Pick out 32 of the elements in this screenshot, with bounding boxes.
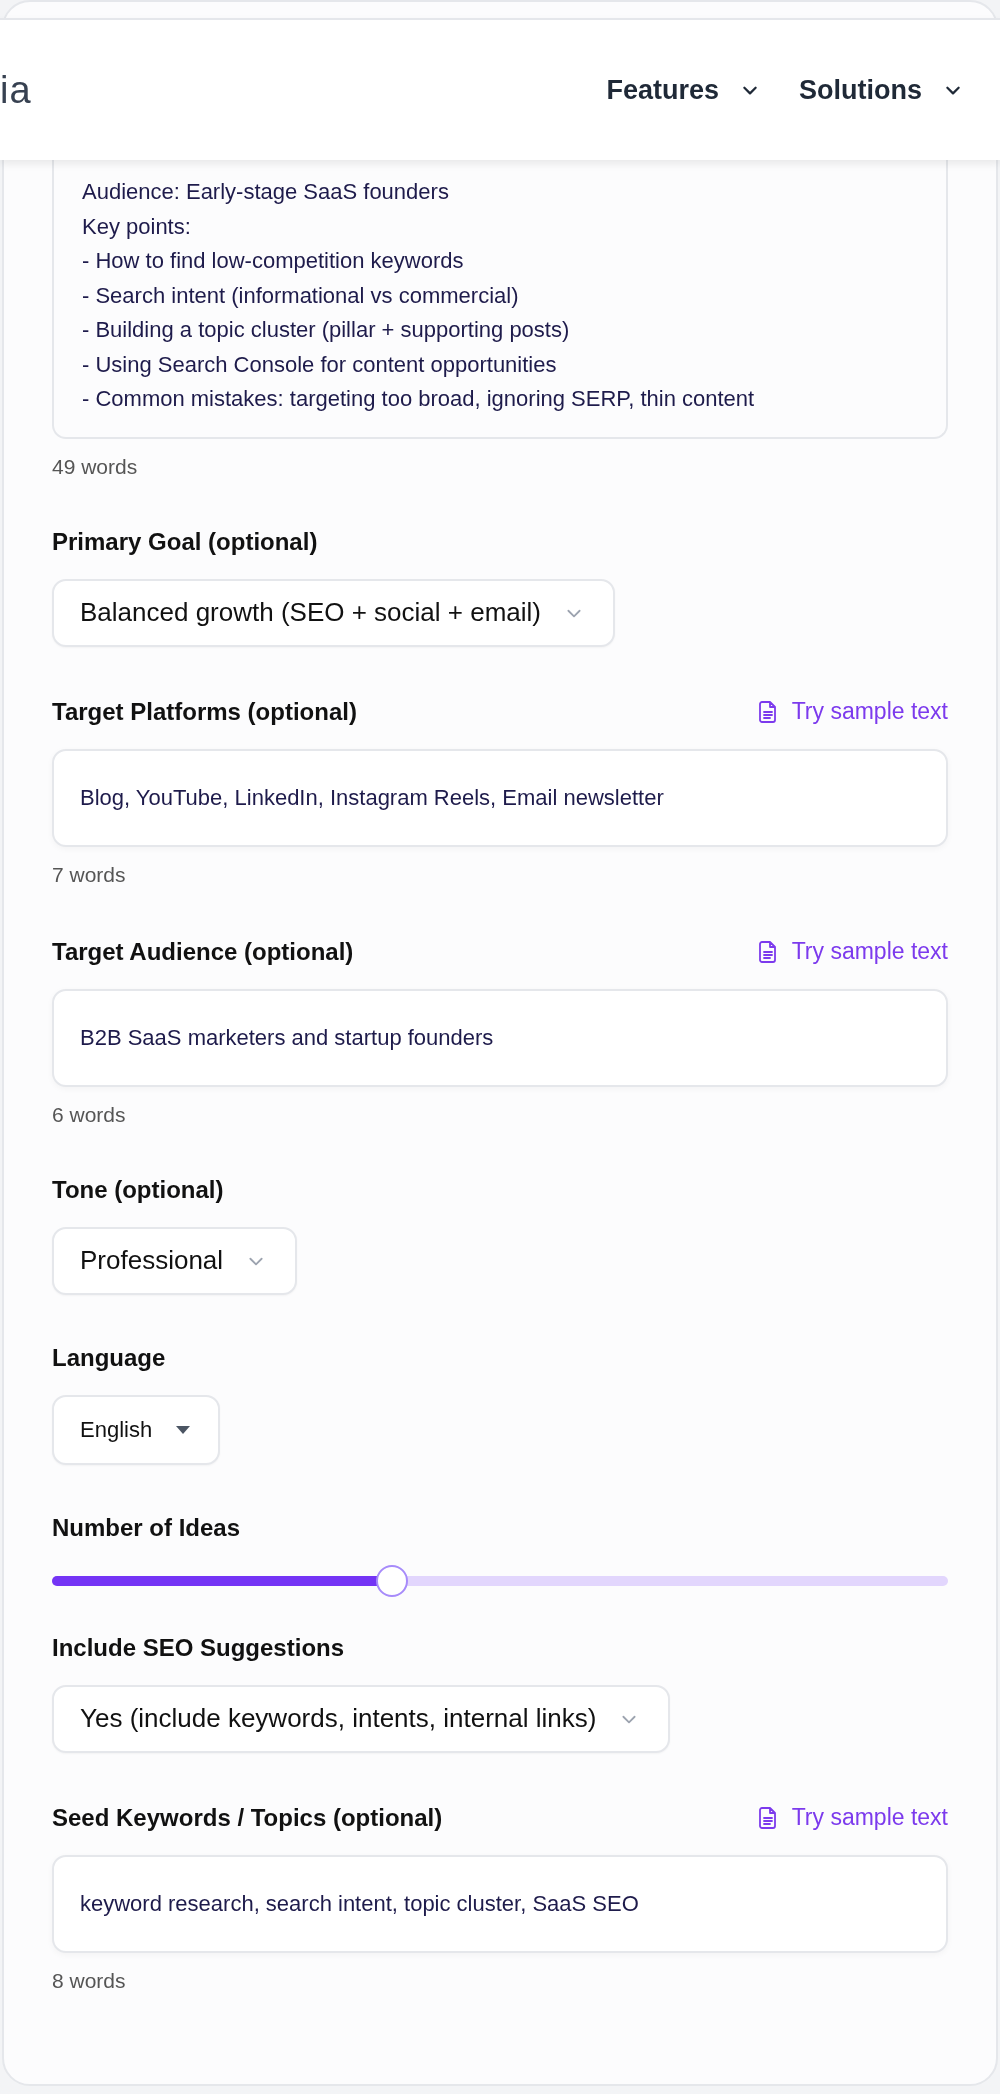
try-sample-text-link[interactable]: Try sample text — [757, 938, 948, 965]
word-count: 6 words — [52, 1102, 127, 1127]
text-input-field[interactable]: B2B SaaS marketers and startup founders — [52, 988, 948, 1087]
word-count: 49 words — [52, 454, 139, 479]
caret-down-icon — [174, 1424, 193, 1435]
field-label: Include SEO Suggestions — [52, 1633, 345, 1662]
field-label: Target Audience (optional) — [52, 937, 354, 966]
slider-handle[interactable] — [376, 1564, 409, 1597]
word-count: 8 words — [52, 1968, 127, 1993]
nav-menu-item[interactable]: Solutions — [799, 74, 962, 106]
document-icon — [757, 1805, 778, 1830]
field-label: Number of Ideas — [52, 1513, 241, 1542]
field-label: Primary Goal (optional) — [52, 527, 318, 556]
text-area-field[interactable]: Audience: Early-stage SaaS founders Key points: - How to find low-competition keywords - Search intent (informational vs commercial) - Building a topic cluster (pillar + supporting posts) - Using Search Console for content opportunities - Common mistakes: targeting too broad, ignoring SERP, thin content — [52, 158, 948, 439]
select-dropdown[interactable]: Professional — [52, 1226, 298, 1295]
nav-menu-item[interactable]: Features — [606, 74, 759, 106]
try-sample-text-link[interactable]: Try sample text — [757, 1804, 948, 1831]
text-input-field[interactable]: Blog, YouTube, LinkedIn, Instagram Reels, Email newsletter — [52, 748, 948, 847]
field-label: Seed Keywords / Topics (optional) — [52, 1803, 443, 1832]
document-icon — [757, 699, 778, 724]
try-sample-text-link[interactable]: Try sample text — [757, 698, 948, 725]
field-label: Target Platforms (optional) — [52, 697, 357, 726]
field-label: Tone (optional) — [52, 1175, 224, 1204]
logo-text: ia — [0, 68, 32, 112]
select-dropdown[interactable]: Yes (include keywords, intents, internal links) — [52, 1684, 671, 1753]
document-icon — [757, 939, 778, 964]
select-dropdown[interactable]: Balanced growth (SEO + social + email) — [52, 578, 615, 647]
word-count: 7 words — [52, 862, 127, 887]
slider-track[interactable] — [52, 1564, 948, 1597]
language-dropdown[interactable]: English — [52, 1394, 221, 1465]
text-input-field[interactable]: keyword research, search intent, topic cluster, SaaS SEO — [52, 1854, 948, 1953]
field-label: Language — [52, 1343, 166, 1372]
